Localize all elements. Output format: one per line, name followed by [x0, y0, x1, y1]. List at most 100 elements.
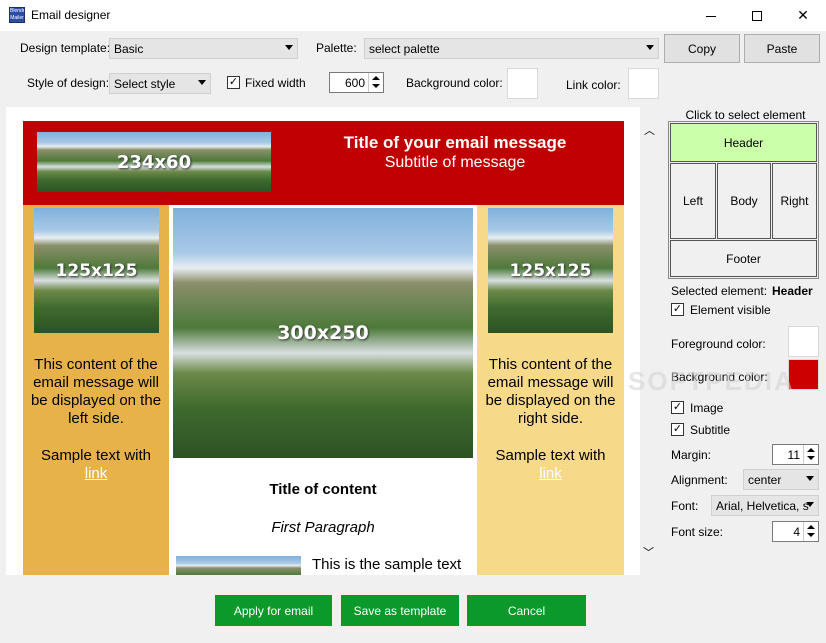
email-title: Title of your email message — [343, 133, 567, 152]
left-text: This content of the email message will b… — [30, 356, 162, 427]
palette-label: Palette: — [316, 41, 357, 55]
header-image-placeholder: 234x60 — [37, 132, 271, 192]
layout-cell-body[interactable]: Body — [717, 163, 771, 239]
alignment-select[interactable]: center — [743, 469, 819, 490]
font-label: Font: — [671, 499, 699, 513]
link-color-swatch[interactable] — [628, 68, 659, 99]
header-image-label: 234x60 — [116, 151, 192, 173]
design-template-select[interactable]: Basic — [109, 38, 298, 59]
close-icon: ✕ — [797, 7, 809, 23]
stepper-arrows-icon[interactable] — [803, 445, 818, 464]
margin-value: 11 — [787, 448, 800, 462]
layout-cell-header[interactable]: Header — [670, 123, 817, 162]
softpedia-watermark: SOFTPEDIA — [628, 366, 795, 396]
email-right-column[interactable]: 125x125 This content of the email messag… — [477, 205, 624, 575]
content-title: Title of content — [269, 481, 377, 498]
save-as-template-button[interactable]: Save as template — [341, 595, 459, 626]
palette-select[interactable]: select palette — [364, 38, 659, 59]
center-image-label: 300x250 — [277, 322, 369, 344]
checkmark-icon: ✓ — [672, 303, 683, 315]
image-checkbox[interactable]: ✓ — [671, 401, 684, 414]
email-header[interactable]: 234x60 Title of your email message Subti… — [23, 121, 624, 205]
email-subtitle: Subtitle of message — [384, 154, 526, 171]
width-value: 600 — [344, 76, 365, 90]
email-body-column[interactable]: 300x250 Title of content First Paragraph… — [169, 205, 477, 575]
title-bar: Blender Mailer Email designer ✕ — [0, 0, 826, 31]
selected-element-value: Header — [772, 284, 813, 298]
checkmark-icon: ✓ — [672, 423, 683, 435]
body-thumbnail-image — [176, 556, 301, 575]
sample-body-text: This is the sample text — [312, 556, 462, 573]
right-sample-text: Sample text with — [495, 447, 606, 464]
stepper-arrows-icon[interactable] — [368, 73, 383, 92]
foreground-color-swatch[interactable] — [788, 326, 819, 357]
subtitle-checkbox[interactable]: ✓ — [671, 423, 684, 436]
fixed-width-label: Fixed width — [245, 76, 306, 90]
left-link[interactable]: link — [26, 465, 166, 483]
cancel-button[interactable]: Cancel — [467, 595, 586, 626]
right-link[interactable]: link — [480, 465, 621, 483]
left-sample-text: Sample text with — [40, 447, 152, 464]
right-image-placeholder: 125x125 — [488, 208, 613, 333]
header-text: Title of your email message Subtitle of … — [285, 133, 625, 172]
chevron-down-icon — [806, 502, 814, 507]
center-image-placeholder: 300x250 — [173, 208, 473, 458]
preview-scrollbar[interactable]: ︿ ﹀ — [640, 118, 657, 570]
style-of-design-label: Style of design: — [27, 76, 110, 90]
background-color-swatch[interactable] — [507, 68, 538, 99]
link-color-label: Link color: — [566, 78, 621, 92]
chevron-down-icon — [646, 45, 654, 50]
right-text: This content of the email message will b… — [485, 356, 616, 427]
maximize-button[interactable] — [734, 0, 780, 31]
click-to-select-label: Click to select element — [685, 108, 806, 122]
right-image-label: 125x125 — [509, 260, 592, 281]
background-color-label: Background color: — [406, 76, 503, 90]
chevron-down-icon[interactable]: ﹀ — [643, 544, 654, 560]
layout-cell-right[interactable]: Right — [772, 163, 817, 239]
font-select[interactable]: Arial, Helvetica, s — [711, 495, 819, 516]
selected-element-label: Selected element: — [671, 284, 768, 298]
paste-button[interactable]: Paste — [744, 34, 820, 63]
margin-stepper[interactable]: 11 — [772, 444, 819, 465]
email-left-column[interactable]: 125x125 This content of the email messag… — [23, 205, 169, 575]
style-value: Select style — [114, 77, 176, 91]
element-visible-label: Element visible — [690, 303, 771, 317]
chevron-up-icon[interactable]: ︿ — [644, 122, 655, 138]
chevron-down-icon — [285, 45, 293, 50]
layout-cell-footer[interactable]: Footer — [670, 240, 817, 277]
stepper-arrows-icon[interactable] — [803, 522, 818, 541]
window-title: Email designer — [31, 8, 111, 22]
palette-value: select palette — [369, 42, 440, 56]
margin-label: Margin: — [671, 448, 712, 462]
fixed-width-checkbox[interactable]: ✓ — [227, 76, 240, 89]
alignment-label: Alignment: — [671, 473, 728, 487]
email-preview[interactable]: 234x60 Title of your email message Subti… — [6, 107, 640, 575]
chevron-down-icon — [198, 80, 206, 85]
design-template-value: Basic — [114, 42, 144, 56]
font-size-stepper[interactable]: 4 — [772, 521, 819, 542]
design-template-label: Design template: — [20, 41, 111, 55]
font-size-value: 4 — [793, 525, 800, 539]
layout-cell-left[interactable]: Left — [670, 163, 716, 239]
foreground-color-label: Foreground color: — [671, 337, 766, 351]
first-paragraph: First Paragraph — [271, 519, 375, 536]
layout-selector[interactable]: Header Left Body Right Footer — [668, 121, 819, 279]
left-image-placeholder: 125x125 — [34, 208, 159, 333]
font-size-label: Font size: — [671, 525, 724, 539]
maximize-icon — [752, 10, 762, 21]
font-value: Arial, Helvetica, s — [716, 499, 809, 513]
minimize-button[interactable] — [688, 0, 734, 31]
close-button[interactable]: ✕ — [780, 0, 826, 31]
alignment-value: center — [748, 473, 782, 487]
minimize-icon — [706, 16, 716, 17]
app-icon: Blender Mailer — [9, 7, 25, 23]
checkmark-icon: ✓ — [672, 401, 683, 413]
left-image-label: 125x125 — [55, 260, 138, 281]
width-stepper[interactable]: 600 — [329, 72, 384, 93]
subtitle-label: Subtitle — [690, 423, 731, 437]
apply-for-email-button[interactable]: Apply for email — [215, 595, 332, 626]
copy-button[interactable]: Copy — [664, 34, 740, 63]
style-select[interactable]: Select style — [109, 73, 211, 94]
image-label: Image — [690, 401, 724, 415]
element-visible-checkbox[interactable]: ✓ — [671, 303, 684, 316]
